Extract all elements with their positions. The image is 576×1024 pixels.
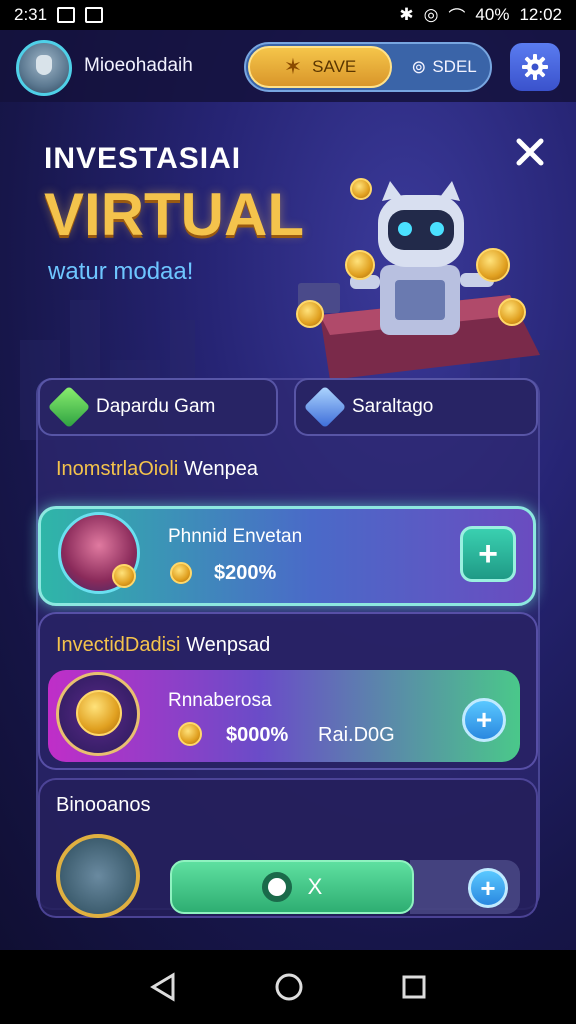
player-avatar[interactable]	[16, 40, 72, 96]
collect-label: X	[307, 874, 323, 899]
sell-toggle-option[interactable]: ⊚ SDEL	[396, 44, 490, 90]
gear-icon	[522, 54, 548, 80]
recents-icon[interactable]	[401, 974, 427, 1000]
plus-icon: +	[475, 704, 493, 735]
save-toggle-label: SAVE	[312, 57, 357, 76]
alarm-icon: ◎	[423, 5, 439, 24]
system-nav-bar	[0, 950, 576, 1024]
section-title-3: Binooanos	[56, 794, 151, 816]
tab-saraltago[interactable]: Saraltago	[294, 378, 538, 436]
save-toggle-option[interactable]: ✶ SAVE	[248, 46, 392, 88]
green-gem-icon	[47, 385, 91, 429]
coin-icon	[112, 564, 136, 588]
card-title: Rnnaberosa	[168, 690, 272, 711]
coin-icon	[498, 298, 526, 326]
robot-icon: ⊚	[411, 56, 427, 77]
section-title-rest: Wenpsad	[186, 634, 271, 656]
add-investment-button[interactable]: +	[468, 868, 508, 908]
coin-icon	[476, 248, 510, 282]
card-title: Phnnid Envetan	[168, 526, 303, 547]
home-icon[interactable]	[274, 972, 304, 1002]
coin-icon	[76, 690, 122, 736]
coin-icon	[350, 178, 372, 200]
wifi-icon: ⌒	[448, 7, 466, 27]
plus-icon: +	[478, 534, 498, 573]
tab-label: Saraltago	[352, 396, 434, 417]
username-label: Mioeohadaih	[84, 55, 193, 76]
coin-icon	[296, 300, 324, 328]
section-title-2: InvectidDadisi Wenpsad	[56, 634, 270, 657]
collect-button[interactable]: X	[170, 860, 414, 914]
plus-icon: +	[480, 872, 496, 903]
hero-subtitle: watur modaa!	[48, 258, 194, 285]
photo-icon	[85, 7, 104, 23]
swirl-icon	[261, 872, 292, 902]
battery-level: 40%	[475, 5, 510, 24]
hero-title-line1: INVESTASIAI	[44, 142, 242, 175]
close-icon	[516, 138, 544, 166]
top-bar: Mioeohadaih ✶ SAVE ⊚ SDEL	[0, 30, 576, 102]
coin-stack-icon	[170, 562, 192, 584]
add-investment-button[interactable]: +	[460, 526, 516, 582]
section-title-highlight: InomstrlaOioli	[56, 458, 179, 480]
medal-portrait	[56, 834, 140, 918]
card-value: $200%	[214, 562, 277, 584]
status-bar: 2:31 ✱ ◎ ⌒ 40% 12:02	[0, 0, 576, 30]
blue-gem-icon	[303, 385, 347, 429]
tab-label: Dapardu Gam	[96, 396, 216, 417]
star-icon: ✶	[283, 54, 303, 79]
tab-dapardu-gam[interactable]: Dapardu Gam	[38, 378, 278, 436]
section-title-1: InomstrlaOioli Wenpea	[56, 458, 258, 481]
section-title-highlight: InvectidDadisi	[56, 634, 181, 656]
card-value-secondary: Rai.D0G	[318, 724, 395, 746]
status-time-left: 2:31	[14, 5, 48, 24]
coin-icon	[345, 250, 375, 280]
gallery-icon	[57, 7, 76, 23]
sell-toggle-label: SDEL	[432, 57, 477, 76]
card-value: $000%	[226, 724, 289, 746]
hero-title-line2: VIRTUAL	[44, 181, 304, 248]
settings-button[interactable]	[510, 43, 560, 91]
back-icon[interactable]	[149, 972, 177, 1002]
bluetooth-icon: ✱	[399, 5, 414, 24]
section-title-rest: Wenpea	[183, 458, 258, 480]
coin-stack-icon	[178, 722, 202, 746]
add-investment-button[interactable]: +	[462, 698, 506, 742]
save-sell-toggle[interactable]: ✶ SAVE ⊚ SDEL	[244, 42, 492, 92]
status-time-right: 12:02	[519, 5, 562, 24]
